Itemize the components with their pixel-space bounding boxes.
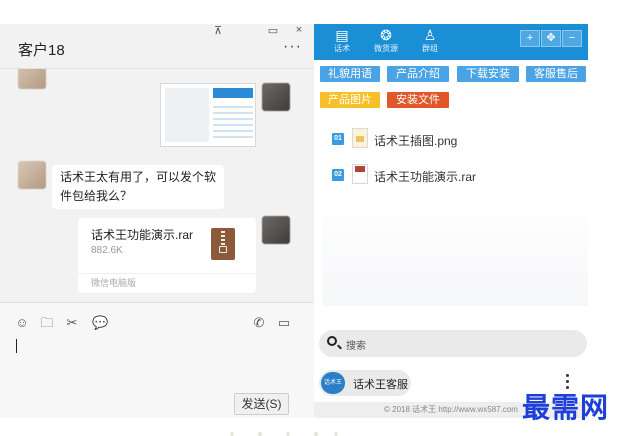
item-name: 话术王功能演示.rar: [374, 170, 477, 184]
archive-file-icon: [352, 164, 368, 184]
file-name: 话术王功能演示.rar: [91, 228, 194, 242]
search-placeholder: 搜索: [346, 341, 366, 352]
tag-download-install[interactable]: 下载安装: [457, 66, 519, 82]
avatar[interactable]: [262, 216, 290, 244]
script-tool-panel: ▤ 话术 ❂ 微货源 ♙ 群组 + ✥ − 礼貌用语 产品介绍 下载安装 客服售…: [314, 24, 588, 418]
wechat-circle-icon: ❂: [380, 27, 392, 43]
file-message[interactable]: 话术王功能演示.rar 882.6K 微信电脑版: [78, 218, 256, 293]
chat-window: 客户18 ⊼ ▭ × ··· 话术王太有用了，可以发个软件包给我么？ 话术王功能…: [0, 24, 314, 418]
image-file-icon: [352, 128, 368, 148]
tag-courtesy[interactable]: 礼貌用语: [320, 66, 380, 82]
video-icon[interactable]: ▭: [276, 315, 292, 331]
tab-scripts[interactable]: ▤ 话术: [322, 27, 362, 59]
item-number: 02: [332, 169, 344, 181]
message-input-area[interactable]: ☺ 🗀 ✂ 💬 ✆ ▭ 发送(S): [0, 302, 314, 418]
avatar[interactable]: [262, 83, 290, 111]
phone-icon[interactable]: ✆: [251, 315, 267, 331]
search-icon: [327, 336, 337, 346]
file-source: 微信电脑版: [78, 273, 256, 293]
more-options-icon[interactable]: ···: [283, 38, 302, 56]
item-number: 01: [332, 133, 344, 145]
screenshot-root: { "chat": { "title": "客户18", "window_con…: [0, 0, 635, 436]
folder-icon[interactable]: 🗀: [39, 315, 55, 331]
header-buttons: + ✥ −: [519, 30, 582, 47]
tag-product-images[interactable]: 产品图片: [320, 92, 380, 108]
collapse-button[interactable]: −: [562, 30, 582, 47]
message-list[interactable]: 话术王太有用了，可以发个软件包给我么？ 话术王功能演示.rar 882.6K 微…: [0, 69, 314, 302]
file-size: 882.6K: [91, 245, 123, 256]
watermark: 最需网: [522, 391, 610, 424]
chat-header: 客户18 ⊼ ▭ × ···: [0, 24, 314, 69]
close-icon[interactable]: ×: [292, 24, 306, 36]
minimize-icon[interactable]: ▭: [266, 24, 280, 37]
tag-after-sales[interactable]: 客服售后: [526, 66, 586, 82]
emoji-icon[interactable]: ☺: [14, 315, 30, 331]
text-message[interactable]: 话术王太有用了，可以发个软件包给我么？: [52, 165, 224, 209]
send-button[interactable]: 发送(S): [234, 393, 289, 415]
scissors-icon[interactable]: ✂: [64, 315, 80, 331]
group-icon: ♙: [423, 27, 437, 43]
file-list: 01 话术王插图.png 02 话术王功能演示.rar: [322, 120, 588, 306]
contact-name: 话术王客服: [353, 379, 408, 391]
avatar[interactable]: [18, 161, 46, 189]
pin-icon[interactable]: ⊼: [211, 24, 225, 37]
text-cursor: [16, 339, 17, 353]
item-name: 话术王插图.png: [374, 134, 458, 148]
avatar[interactable]: [18, 69, 46, 89]
tab-groups[interactable]: ♙ 群组: [410, 27, 450, 59]
contact-chip[interactable]: 话术王 话术王客服: [319, 370, 411, 396]
tag-install-files[interactable]: 安装文件: [387, 92, 449, 108]
list-item[interactable]: 01 话术王插图.png: [322, 128, 582, 150]
chat-history-icon[interactable]: 💬: [92, 315, 108, 331]
image-message[interactable]: [160, 83, 256, 147]
move-button[interactable]: ✥: [541, 30, 561, 47]
contact-avatar: 话术王: [321, 372, 345, 394]
zip-file-icon: [211, 228, 235, 260]
search-input[interactable]: 搜索: [319, 330, 587, 357]
panel-header: ▤ 话术 ❂ 微货源 ♙ 群组 + ✥ −: [314, 24, 588, 60]
list-item[interactable]: 02 话术王功能演示.rar: [322, 164, 582, 186]
chat-bubble-icon: ▤: [335, 27, 349, 43]
add-user-button[interactable]: +: [520, 30, 540, 47]
chat-title: 客户18: [18, 42, 65, 59]
page-indicator: [230, 432, 350, 436]
tab-wechat-source[interactable]: ❂ 微货源: [366, 27, 406, 59]
tag-product-intro[interactable]: 产品介绍: [387, 66, 449, 82]
